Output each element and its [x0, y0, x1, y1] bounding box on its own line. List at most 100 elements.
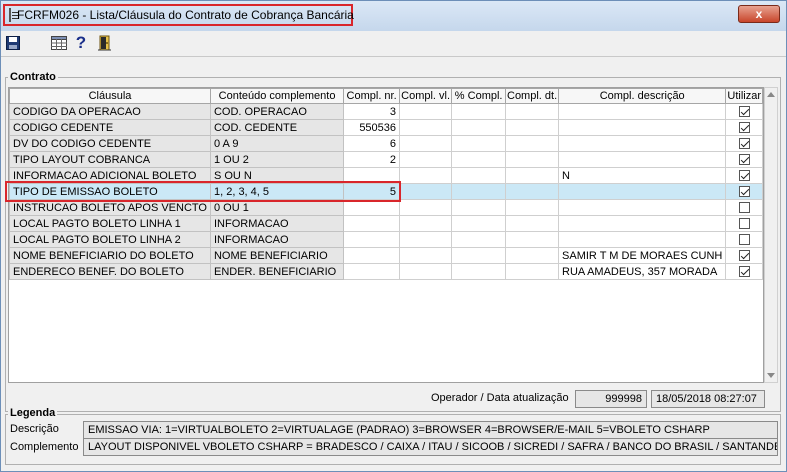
cell-pct[interactable]	[451, 151, 507, 168]
utilizar-checkbox[interactable]	[738, 266, 750, 278]
cell-vl[interactable]	[399, 231, 453, 248]
operador-field[interactable]: 999998	[575, 390, 647, 408]
cell-vl[interactable]	[399, 199, 453, 216]
table-row[interactable]: CODIGO CEDENTE COD. CEDENTE 550536	[9, 119, 763, 136]
utilizar-checkbox[interactable]	[738, 138, 750, 150]
column-header[interactable]: Compl. descrição	[558, 88, 727, 104]
cell-pct[interactable]	[451, 215, 507, 232]
cell-pct[interactable]	[451, 135, 507, 152]
utilizar-checkbox[interactable]	[738, 170, 750, 182]
cell-nr[interactable]	[343, 199, 401, 216]
table-row[interactable]: TIPO LAYOUT COBRANCA 1 OU 22	[9, 151, 763, 168]
cell-dt[interactable]	[505, 183, 560, 200]
table-row[interactable]: DV DO CODIGO CEDENTE 0 A 96	[9, 135, 763, 152]
cell-vl[interactable]	[399, 247, 453, 264]
table-row[interactable]: NOME BENEFICIARIO DO BOLETO NOME BENEFICI…	[9, 247, 763, 264]
cell-dt[interactable]	[505, 263, 560, 280]
cell-nr[interactable]	[343, 263, 401, 280]
descricao-field[interactable]: EMISSAO VIA: 1=VIRTUALBOLETO 2=VIRTUALAG…	[83, 421, 778, 439]
cell-utilizar	[725, 199, 763, 216]
utilizar-checkbox[interactable]	[738, 106, 750, 118]
cell-nr[interactable]: 3	[343, 103, 401, 120]
cell-pct[interactable]	[451, 199, 507, 216]
utilizar-checkbox[interactable]	[738, 234, 750, 246]
utilizar-checkbox[interactable]	[738, 186, 750, 198]
save-icon[interactable]	[5, 35, 21, 51]
scroll-down-arrow-icon[interactable]	[767, 373, 775, 378]
column-header[interactable]: Conteúdo complemento	[209, 88, 345, 104]
grid-icon[interactable]	[51, 35, 67, 51]
cell-dt[interactable]	[505, 199, 560, 216]
column-header[interactable]: Compl. dt.	[505, 88, 560, 104]
vertical-scrollbar[interactable]	[764, 87, 778, 383]
cell-pct[interactable]	[451, 119, 507, 136]
cell-vl[interactable]	[399, 183, 453, 200]
table-row[interactable]: ENDERECO BENEF. DO BOLETO ENDER. BENEFICI…	[9, 263, 763, 280]
table-row[interactable]: TIPO DE EMISSAO BOLETO 1, 2, 3, 4, 55	[9, 183, 763, 200]
data-atualizacao-field[interactable]: 18/05/2018 08:27:07	[651, 390, 765, 408]
complemento-field[interactable]: LAYOUT DISPONIVEL VBOLETO CSHARP = BRADE…	[83, 438, 778, 456]
cell-descricao[interactable]: RUA AMADEUS, 357 MORADA	[558, 263, 727, 280]
table-row[interactable]: LOCAL PAGTO BOLETO LINHA 2 INFORMACAO	[9, 231, 763, 248]
cell-descricao[interactable]	[558, 215, 727, 232]
cell-pct[interactable]	[451, 231, 507, 248]
cell-dt[interactable]	[505, 151, 560, 168]
cell-descricao[interactable]: N	[558, 167, 727, 184]
close-button[interactable]: x	[738, 5, 780, 23]
cell-nr[interactable]	[343, 247, 401, 264]
cell-conteudo: S OU N	[209, 167, 345, 184]
cell-vl[interactable]	[399, 263, 453, 280]
cell-dt[interactable]	[505, 231, 560, 248]
cell-nr[interactable]: 550536	[343, 119, 401, 136]
cell-nr[interactable]	[343, 215, 401, 232]
column-header[interactable]: Utilizar	[725, 88, 763, 104]
cell-descricao[interactable]	[558, 119, 727, 136]
cell-dt[interactable]	[505, 247, 560, 264]
cell-pct[interactable]	[451, 167, 507, 184]
cell-nr[interactable]	[343, 167, 401, 184]
cell-vl[interactable]	[399, 119, 453, 136]
clausulas-grid[interactable]: Cláusula Conteúdo complemento Compl. nr. Co…	[8, 87, 764, 383]
exit-door-icon[interactable]	[97, 35, 113, 51]
cell-vl[interactable]	[399, 215, 453, 232]
utilizar-checkbox[interactable]	[738, 122, 750, 134]
scroll-up-arrow-icon[interactable]	[767, 92, 775, 97]
column-header[interactable]: Compl. vl.	[399, 88, 453, 104]
cell-dt[interactable]	[505, 167, 560, 184]
column-header[interactable]: Compl. nr.	[343, 88, 401, 104]
cell-descricao[interactable]	[558, 199, 727, 216]
cell-vl[interactable]	[399, 151, 453, 168]
cell-dt[interactable]	[505, 135, 560, 152]
cell-nr[interactable]: 2	[343, 151, 401, 168]
help-icon[interactable]: ?	[73, 33, 89, 52]
table-row[interactable]: LOCAL PAGTO BOLETO LINHA 1 INFORMACAO	[9, 215, 763, 232]
table-row[interactable]: CODIGO DA OPERACAO COD. OPERACAO 3	[9, 103, 763, 120]
utilizar-checkbox[interactable]	[738, 154, 750, 166]
cell-pct[interactable]	[451, 103, 507, 120]
table-row[interactable]: INSTRUCAO BOLETO APOS VENCTO 0 OU 1	[9, 199, 763, 216]
cell-vl[interactable]	[399, 135, 453, 152]
cell-descricao[interactable]: SAMIR T M DE MORAES CUNH	[558, 247, 727, 264]
cell-descricao[interactable]	[558, 231, 727, 248]
cell-nr[interactable]: 6	[343, 135, 401, 152]
cell-pct[interactable]	[451, 183, 507, 200]
cell-nr[interactable]: 5	[343, 183, 401, 200]
utilizar-checkbox[interactable]	[738, 250, 750, 262]
cell-pct[interactable]	[451, 247, 507, 264]
utilizar-checkbox[interactable]	[738, 218, 750, 230]
cell-descricao[interactable]	[558, 183, 727, 200]
cell-nr[interactable]	[343, 231, 401, 248]
cell-descricao[interactable]	[558, 151, 727, 168]
utilizar-checkbox[interactable]	[738, 202, 750, 214]
cell-vl[interactable]	[399, 103, 453, 120]
cell-dt[interactable]	[505, 215, 560, 232]
cell-vl[interactable]	[399, 167, 453, 184]
cell-dt[interactable]	[505, 119, 560, 136]
table-row[interactable]: INFORMACAO ADICIONAL BOLETO S OU N N	[9, 167, 763, 184]
cell-pct[interactable]	[451, 263, 507, 280]
cell-dt[interactable]	[505, 103, 560, 120]
cell-descricao[interactable]	[558, 135, 727, 152]
column-header[interactable]: Cláusula	[9, 88, 211, 104]
column-header[interactable]: % Compl.	[451, 88, 507, 104]
cell-descricao[interactable]	[558, 103, 727, 120]
